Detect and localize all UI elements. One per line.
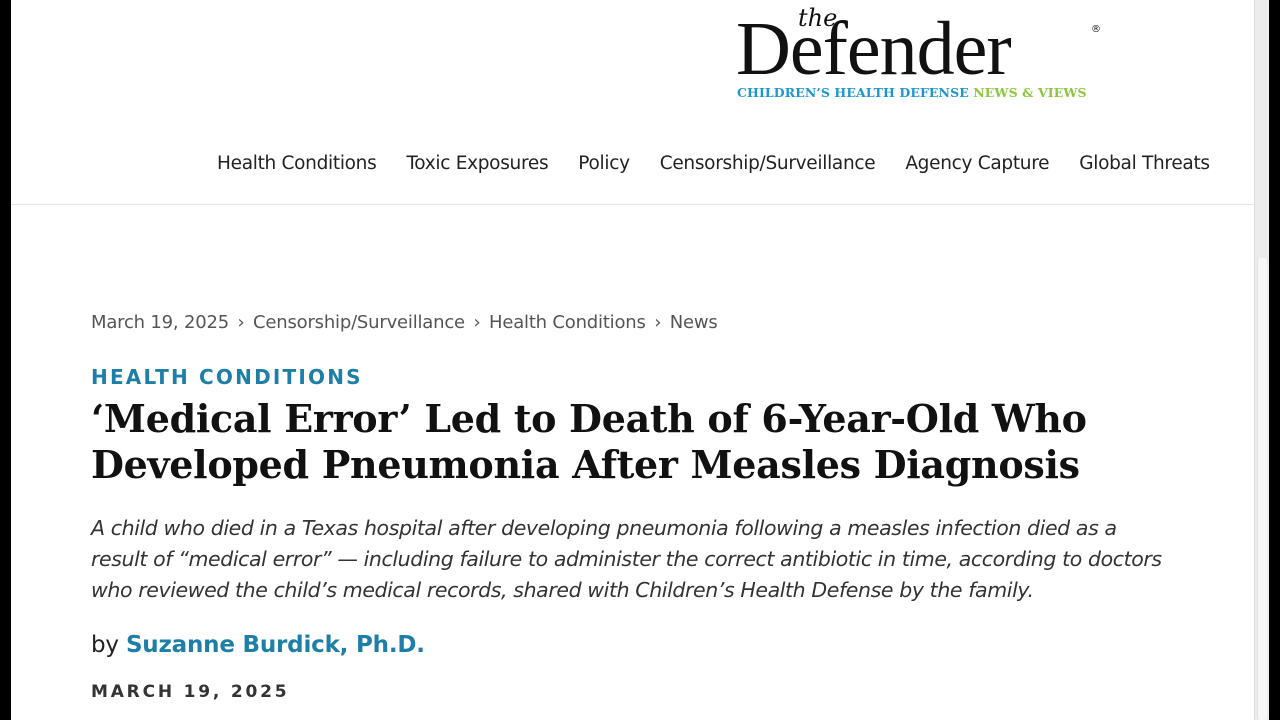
header-divider xyxy=(11,204,1269,205)
nav-item-censorship-surveillance[interactable]: Censorship/Surveillance xyxy=(660,153,876,174)
nav-item-toxic-exposures[interactable]: Toxic Exposures xyxy=(406,153,548,174)
scrollbar-track[interactable] xyxy=(1254,0,1269,720)
breadcrumb-link-censorship-surveillance[interactable]: Censorship/Surveillance xyxy=(253,312,465,333)
article-summary: A child who died in a Texas hospital aft… xyxy=(91,516,1162,602)
main-nav: Health Conditions Toxic Exposures Policy Ce… xyxy=(217,153,1240,183)
breadcrumb-separator: › xyxy=(237,312,245,333)
tagline-part2: NEWS & VIEWS xyxy=(973,85,1087,100)
article-date: MARCH 19, 2025 xyxy=(91,682,290,702)
breadcrumb-link-health-conditions[interactable]: Health Conditions xyxy=(489,312,646,333)
article-category-link[interactable]: HEALTH CONDITIONS xyxy=(91,365,363,389)
browser-viewport: the Defender ® CHILDREN’S HEALTH DEFENSE… xyxy=(11,0,1269,720)
author-link[interactable]: Suzanne Burdick, Ph.D. xyxy=(126,632,425,658)
byline-prefix: by xyxy=(91,632,119,658)
article-title: ‘Medical Error’ Led to Death of 6-Year-O… xyxy=(91,396,1087,487)
nav-item-agency-capture[interactable]: Agency Capture xyxy=(905,153,1049,174)
article-byline: by Suzanne Burdick, Ph.D. xyxy=(91,632,425,658)
breadcrumb: March 19, 2025 › Censorship/Surveillance… xyxy=(91,312,718,333)
scrollbar-thumb[interactable] xyxy=(1257,258,1267,720)
tagline-part1: CHILDREN’S HEALTH DEFENSE xyxy=(737,85,969,100)
nav-item-policy[interactable]: Policy xyxy=(578,153,630,174)
nav-item-global-threats[interactable]: Global Threats xyxy=(1079,153,1210,174)
site-logo[interactable]: the Defender ® CHILDREN’S HEALTH DEFENSE… xyxy=(736,4,1116,104)
logo-tagline: CHILDREN’S HEALTH DEFENSE NEWS & VIEWS xyxy=(737,85,1087,100)
logo-wordmark: Defender xyxy=(736,7,1012,91)
breadcrumb-separator: › xyxy=(473,312,481,333)
breadcrumb-separator: › xyxy=(654,312,662,333)
breadcrumb-date: March 19, 2025 xyxy=(91,312,229,333)
breadcrumb-link-news[interactable]: News xyxy=(670,312,718,333)
nav-item-health-conditions[interactable]: Health Conditions xyxy=(217,153,377,174)
registered-mark: ® xyxy=(1091,24,1101,35)
